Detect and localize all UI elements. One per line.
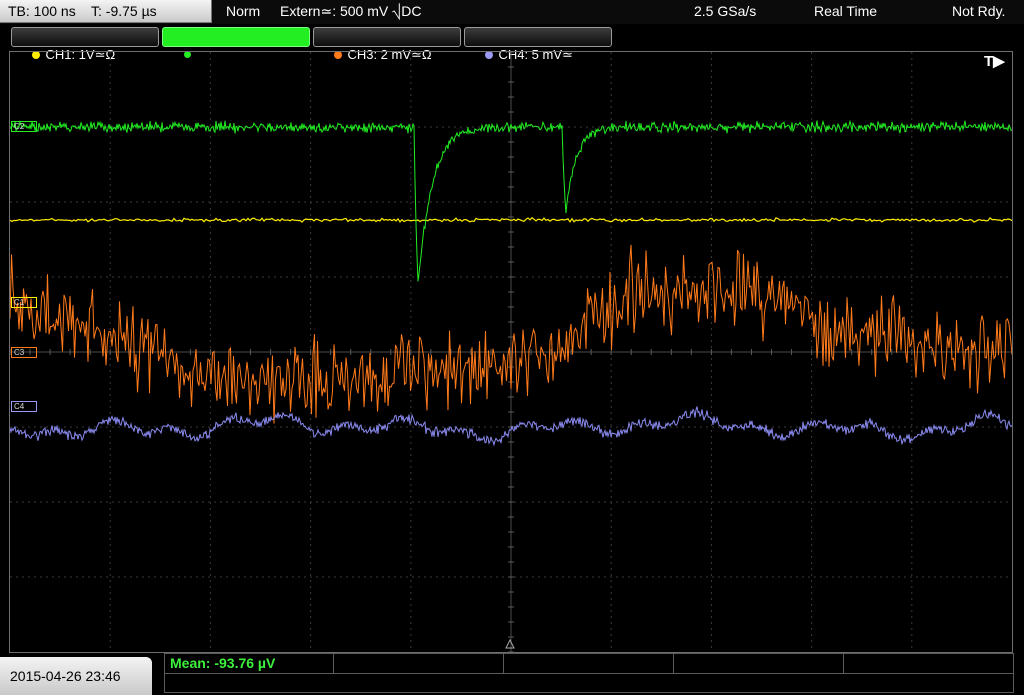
acquisition-type: Real Time (814, 3, 878, 19)
mean-measurement-value: Mean: -93.76 µV (170, 655, 276, 671)
channel-3-offset-marker[interactable]: C3 (11, 347, 37, 358)
top-status-bar: TB: 100 ns T: -9.75 µs Norm Extern≃: 500… (0, 0, 1024, 24)
acquisition-mode[interactable]: Norm (226, 0, 260, 23)
channel-4-offset-marker[interactable]: C4 (11, 401, 37, 412)
channel-1-button[interactable]: CH1: 1V≃Ω (11, 27, 159, 62)
channel-2-offset-marker[interactable]: C2 (11, 121, 37, 132)
waveform-display[interactable] (10, 52, 1012, 652)
channel-bar: CH1: 1V≃Ω CH2: 5 mV≃Ω CH3: 2 mV≃Ω CH4: 5… (0, 25, 1024, 62)
date-time-display: 2015-04-26 23:46 (0, 657, 152, 695)
measurement-cell (504, 654, 674, 674)
trigger-offset-marker[interactable]: T▶ (984, 52, 1005, 70)
channel-4-button[interactable]: CH4: 5 mV≃ (464, 27, 612, 62)
channel-2-button[interactable]: CH2: 5 mV≃Ω (162, 27, 310, 62)
channel-1-offset-marker[interactable]: C1 (11, 297, 37, 308)
measurement-cell (674, 654, 844, 674)
trigger-readout[interactable]: Extern≃: 500 mV ⎷DC (280, 0, 421, 23)
sample-rate: 2.5 GSa/s (694, 3, 757, 19)
timebase-readout[interactable]: TB: 100 ns T: -9.75 µs (0, 0, 212, 23)
measurement-cell (334, 654, 504, 674)
graticule-grid (10, 52, 1012, 652)
trigger-position-icon (505, 638, 515, 649)
trigger-status: Not Rdy. (952, 3, 1006, 19)
measurement-panel[interactable]: Mean: -93.76 µV (164, 653, 1014, 693)
channel-3-button[interactable]: CH3: 2 mV≃Ω (313, 27, 461, 62)
